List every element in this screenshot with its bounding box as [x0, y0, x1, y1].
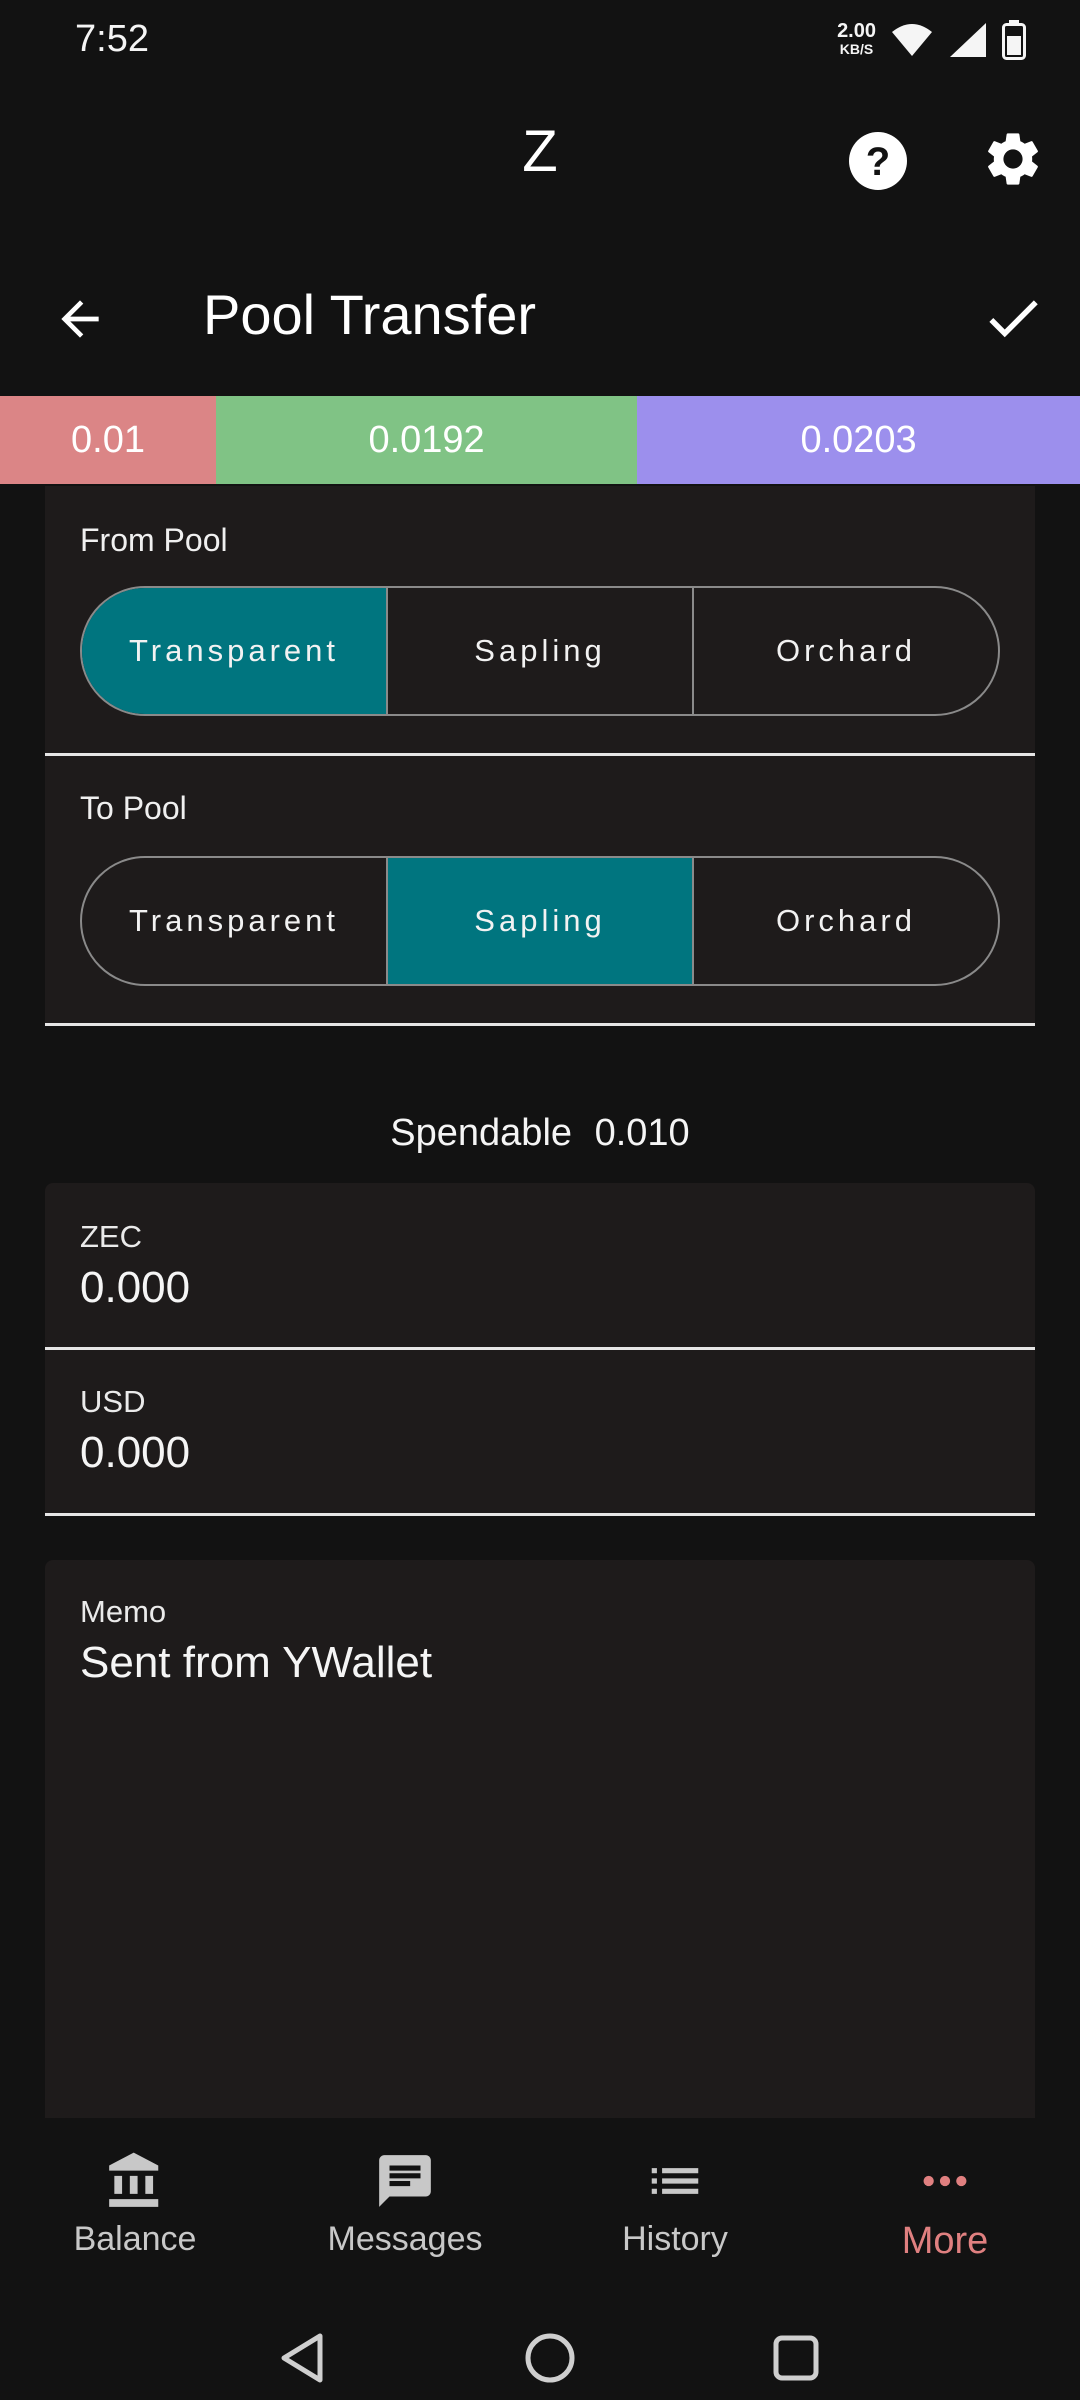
nav-label-messages: Messages — [327, 2220, 483, 2258]
nav-item-balance[interactable]: Balance — [15, 2146, 255, 2259]
memo-label: Memo — [80, 1594, 167, 1629]
nav-label-balance: Balance — [73, 2220, 197, 2258]
system-navigation-bar — [0, 2290, 1080, 2400]
list-icon — [651, 2168, 699, 2194]
signal-icon — [950, 23, 986, 57]
to-pool-label: To Pool — [80, 790, 187, 826]
pool-balance-value: 0.0203 — [800, 418, 917, 461]
usd-value: 0.000 — [80, 1428, 191, 1477]
from-pool-selector: Transparent Sapling Orchard — [80, 586, 1000, 716]
confirm-button[interactable] — [975, 280, 1051, 356]
arrow-back-icon — [61, 300, 99, 338]
more-dots-icon — [923, 2175, 967, 2187]
memo-field[interactable]: Memo Sent from YWallet — [45, 1560, 1035, 2118]
net-speed: 2.00 KB/S — [837, 20, 876, 58]
to-pool-selector: Transparent Sapling Orchard — [80, 856, 1000, 986]
status-time: 7:52 — [75, 18, 149, 60]
help-icon: ? — [849, 132, 907, 190]
spendable-row: Spendable 0.010 — [0, 1112, 1080, 1155]
from-pool-option-transparent[interactable]: Transparent — [82, 588, 388, 714]
zec-value: 0.000 — [80, 1263, 191, 1312]
from-pool-label: From Pool — [80, 522, 228, 558]
divider — [45, 1023, 1035, 1026]
pool-balance-transparent: 0.01 — [0, 396, 216, 484]
from-pool-card: From Pool Transparent Sapling Orchard — [45, 486, 1035, 756]
to-pool-option-transparent[interactable]: Transparent — [82, 858, 388, 984]
spendable-value: 0.010 — [594, 1112, 690, 1154]
system-back-icon[interactable] — [278, 2332, 326, 2384]
usd-amount-field[interactable]: USD 0.000 — [45, 1350, 1035, 1516]
battery-icon — [1002, 20, 1026, 60]
wifi-icon — [892, 24, 932, 56]
nav-item-messages[interactable]: Messages — [285, 2146, 525, 2259]
from-pool-option-sapling[interactable]: Sapling — [388, 588, 694, 714]
from-pool-option-orchard[interactable]: Orchard — [694, 588, 998, 714]
to-pool-option-sapling[interactable]: Sapling — [388, 858, 694, 984]
to-pool-option-orchard[interactable]: Orchard — [694, 858, 998, 984]
message-icon — [379, 2155, 431, 2207]
pool-balance-value: 0.0192 — [368, 418, 485, 461]
help-button[interactable]: ? — [845, 128, 911, 194]
app-logo: Z — [522, 119, 558, 184]
spendable-label: Spendable — [390, 1112, 573, 1154]
nav-item-history[interactable]: History — [555, 2146, 795, 2259]
pool-balance-bar: 0.01 0.0192 0.0203 — [0, 396, 1080, 484]
divider — [45, 1513, 1035, 1516]
pool-balance-value: 0.01 — [71, 418, 145, 461]
settings-button[interactable] — [978, 124, 1048, 194]
bottom-navigation: Balance Messages History More — [0, 2118, 1080, 2268]
pool-balance-sapling: 0.0192 — [216, 396, 638, 484]
zec-amount-field[interactable]: ZEC 0.000 — [45, 1183, 1035, 1350]
zec-label: ZEC — [80, 1219, 142, 1254]
svg-text:?: ? — [866, 140, 890, 184]
to-pool-card: To Pool Transparent Sapling Orchard — [45, 756, 1035, 1026]
nav-item-more[interactable]: More — [825, 2146, 1065, 2263]
back-button[interactable] — [44, 283, 116, 355]
memo-value: Sent from YWallet — [80, 1638, 433, 1687]
nav-label-history: History — [622, 2220, 728, 2258]
settings-icon — [988, 133, 1038, 185]
pool-balance-orchard: 0.0203 — [637, 396, 1080, 484]
status-icons: 2.00 KB/S — [837, 20, 1026, 60]
system-home-icon[interactable] — [524, 2332, 576, 2384]
nav-label-more: More — [901, 2220, 989, 2262]
page-title: Pool Transfer — [203, 283, 537, 346]
net-speed-unit: KB/S — [839, 41, 874, 57]
check-icon — [989, 300, 1038, 338]
usd-label: USD — [80, 1384, 146, 1419]
system-recents-icon[interactable] — [772, 2334, 820, 2382]
net-speed-value: 2.00 — [837, 20, 876, 42]
bank-icon — [109, 2152, 159, 2207]
